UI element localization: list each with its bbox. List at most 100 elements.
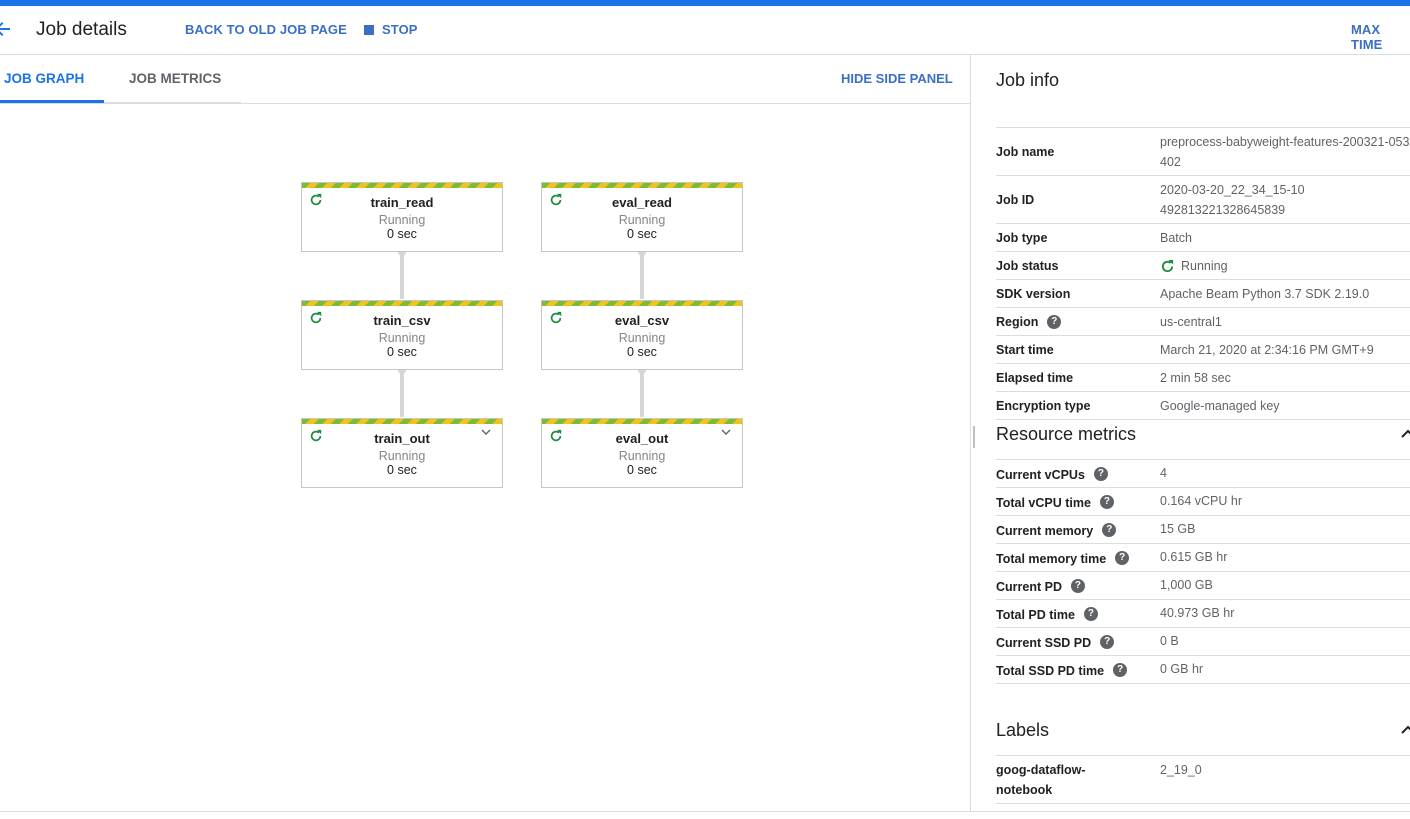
metric-key-wrap: Current PD? xyxy=(996,575,1160,595)
metric-row: Current vCPUs? 4 xyxy=(996,460,1410,488)
running-stripe xyxy=(302,419,502,424)
info-value: 2020-03-20_22_34_15-10492813221328645839 xyxy=(1160,183,1305,217)
graph-node-train-read[interactable]: train_read Running 0 sec xyxy=(301,182,503,252)
side-panel: Job info Job name preprocess-babyweight-… xyxy=(971,55,1410,811)
metric-key-wrap: Total memory time? xyxy=(996,547,1160,567)
chevron-down-icon[interactable] xyxy=(481,429,491,435)
help-circle-icon[interactable]: ? xyxy=(1115,551,1130,565)
node-duration: 0 sec xyxy=(387,227,417,241)
help-circle-icon[interactable]: ? xyxy=(1047,315,1062,329)
metric-key: Current SSD PD xyxy=(996,636,1092,650)
job-graph-canvas[interactable]: train_read Running 0 sec eval_read Runni… xyxy=(0,104,970,811)
node-duration: 0 sec xyxy=(627,463,657,477)
info-row-start-time: Start time March 21, 2020 at 2:34:16 PM … xyxy=(996,336,1410,364)
tab-divider xyxy=(104,102,241,103)
help-circle-icon[interactable]: ? xyxy=(1070,579,1085,593)
resource-metrics-table: Current vCPUs? 4 Total vCPU time? 0.164 … xyxy=(996,459,1410,684)
chevron-up-icon[interactable] xyxy=(1400,427,1410,439)
stop-button-label: STOP xyxy=(382,22,418,37)
node-duration: 0 sec xyxy=(627,227,657,241)
info-key: Elapsed time xyxy=(996,371,1074,385)
help-circle-icon[interactable]: ? xyxy=(1093,467,1108,481)
metric-key: Total memory time xyxy=(996,552,1107,566)
info-key-region: Region ? xyxy=(996,312,1160,332)
running-stripe xyxy=(542,183,742,188)
graph-node-eval-out[interactable]: eval_out Running 0 sec xyxy=(541,418,743,488)
graph-node-train-csv[interactable]: train_csv Running 0 sec xyxy=(301,300,503,370)
info-value: March 21, 2020 at 2:34:16 PM GMT+9 xyxy=(1160,343,1374,357)
job-info-title: Job info xyxy=(996,70,1060,90)
status-text: Running xyxy=(1181,259,1228,273)
info-value-status: Running xyxy=(1160,256,1410,276)
edge-eval-read-to-csv xyxy=(640,251,644,299)
refresh-running-icon xyxy=(1161,259,1174,272)
graph-node-eval-csv[interactable]: eval_csv Running 0 sec xyxy=(541,300,743,370)
resource-metrics-title: Resource metrics xyxy=(996,424,1137,444)
tab-job-graph[interactable]: JOB GRAPH xyxy=(4,71,84,86)
info-value: Apache Beam Python 3.7 SDK 2.19.0 xyxy=(1160,287,1370,301)
metric-key-wrap: Total SSD PD time? xyxy=(996,659,1160,679)
info-row-sdk-version: SDK version Apache Beam Python 3.7 SDK 2… xyxy=(996,280,1410,308)
node-state: Running xyxy=(378,331,426,345)
info-row-job-name: Job name preprocess-babyweight-features-… xyxy=(996,128,1410,176)
info-key: Job ID xyxy=(996,193,1035,207)
job-info-table: Job name preprocess-babyweight-features-… xyxy=(996,127,1410,420)
help-circle-icon[interactable]: ? xyxy=(1083,607,1098,621)
arrow-left-icon[interactable] xyxy=(0,21,10,37)
metric-key-wrap: Current vCPUs? xyxy=(996,463,1160,483)
metric-value: 40.973 GB hr xyxy=(1160,606,1235,620)
info-row-job-type: Job type Batch xyxy=(996,224,1410,252)
stop-button[interactable]: STOP xyxy=(364,22,418,37)
node-name: eval_read xyxy=(612,195,672,210)
running-stripe xyxy=(302,301,502,306)
graph-node-train-out[interactable]: train_out Running 0 sec xyxy=(301,418,503,488)
help-circle-icon[interactable]: ? xyxy=(1102,523,1117,537)
info-row-encryption-type: Encryption type Google-managed key xyxy=(996,392,1410,420)
node-state: Running xyxy=(618,213,666,227)
running-stripe xyxy=(542,301,742,306)
node-state: Running xyxy=(378,213,426,227)
metric-key: Current memory xyxy=(996,524,1094,538)
help-circle-icon[interactable]: ? xyxy=(1099,495,1114,509)
info-key: Job type xyxy=(996,231,1048,245)
metric-value: 0 B xyxy=(1160,634,1179,648)
metric-row: Current PD? 1,000 GB xyxy=(996,572,1410,600)
info-value: Google-managed key xyxy=(1160,399,1280,413)
max-time-button[interactable]: MAX TIME xyxy=(1351,22,1410,52)
node-name: train_csv xyxy=(373,313,431,328)
node-name: eval_out xyxy=(615,431,669,446)
info-key: SDK version xyxy=(996,287,1071,301)
metric-row: Total PD time? 40.973 GB hr xyxy=(996,600,1410,628)
graph-node-eval-read[interactable]: eval_read Running 0 sec xyxy=(541,182,743,252)
metric-row: Total memory time? 0.615 GB hr xyxy=(996,544,1410,572)
metric-key: Total PD time xyxy=(996,608,1075,622)
info-value: 2 min 58 sec xyxy=(1160,371,1231,385)
node-name: eval_csv xyxy=(614,313,670,328)
node-state: Running xyxy=(378,449,426,463)
info-row-region: Region ? us-central1 xyxy=(996,308,1410,336)
tab-job-metrics[interactable]: JOB METRICS xyxy=(129,71,221,86)
label-key: goog-dataflow-notebook xyxy=(996,763,1086,797)
page-header: Job details BACK TO OLD JOB PAGE STOP MA… xyxy=(0,6,1410,55)
page-title: Job details xyxy=(36,19,127,40)
label-value: 2_19_0 xyxy=(1160,763,1202,777)
stop-square-icon xyxy=(364,24,374,35)
chevron-up-icon[interactable] xyxy=(1400,723,1410,735)
help-circle-icon[interactable]: ? xyxy=(1100,635,1115,649)
info-key: Encryption type xyxy=(996,399,1091,413)
running-stripe xyxy=(302,183,502,188)
back-to-old-job-page-button[interactable]: BACK TO OLD JOB PAGE xyxy=(185,22,347,37)
graph-tabs: JOB GRAPH JOB METRICS HIDE SIDE PANEL xyxy=(0,55,970,104)
chevron-down-icon[interactable] xyxy=(721,429,731,435)
metric-row: Total vCPU time? 0.164 vCPU hr xyxy=(996,488,1410,516)
hide-side-panel-button[interactable]: HIDE SIDE PANEL xyxy=(841,71,953,86)
help-circle-icon[interactable]: ? xyxy=(1113,663,1128,677)
node-duration: 0 sec xyxy=(387,345,417,359)
node-state: Running xyxy=(618,449,666,463)
info-key: Job status xyxy=(996,259,1059,273)
info-value: Batch xyxy=(1160,231,1192,245)
metric-key-wrap: Current memory? xyxy=(996,519,1160,539)
edge-train-read-to-csv xyxy=(400,251,404,299)
label-row: goog-dataflow-notebook 2_19_0 xyxy=(996,756,1410,804)
node-duration: 0 sec xyxy=(627,345,657,359)
